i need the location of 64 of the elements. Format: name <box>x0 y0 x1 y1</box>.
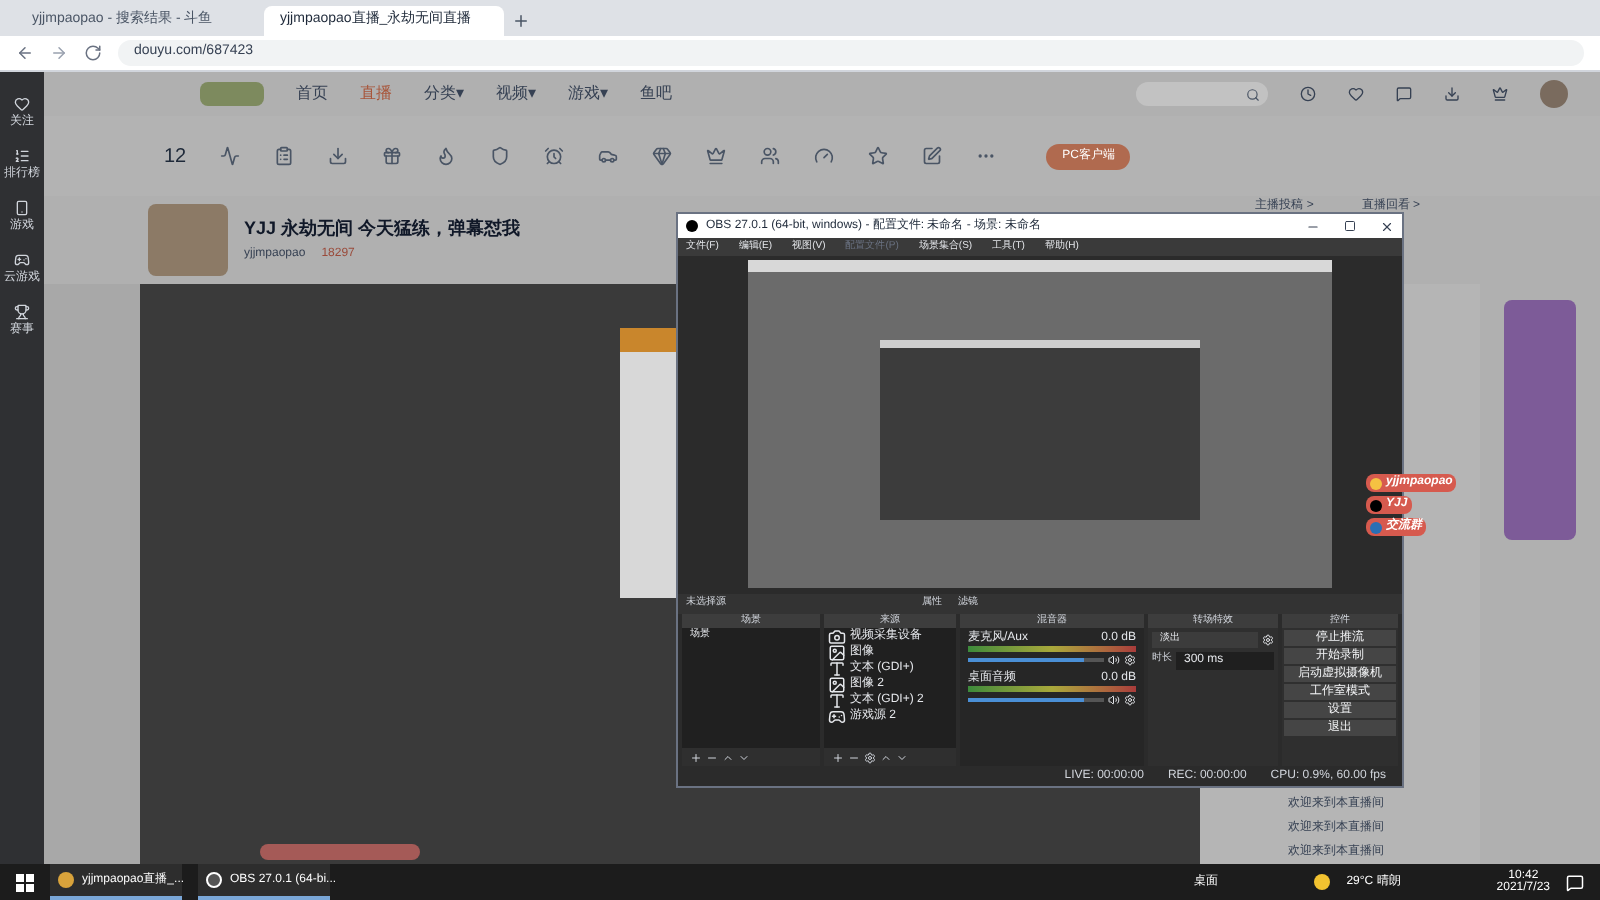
nav-link[interactable]: 首页 <box>296 82 328 106</box>
toolbar-icon[interactable] <box>274 146 295 166</box>
sidebar-icon <box>14 96 30 112</box>
forward-icon[interactable] <box>50 44 68 62</box>
toolbar-icon[interactable] <box>868 146 889 166</box>
remove-icon[interactable] <box>848 751 860 763</box>
toolbar-icon[interactable] <box>814 146 835 166</box>
streamer-avatar <box>148 204 228 276</box>
camera-icon <box>828 627 846 645</box>
download-icon[interactable] <box>1444 86 1460 102</box>
toolbar-icon[interactable] <box>598 146 619 166</box>
toolbar-icon[interactable] <box>922 146 943 166</box>
image-icon <box>828 675 846 693</box>
heart-icon[interactable] <box>1348 86 1364 102</box>
toolbar-icon[interactable] <box>544 146 565 166</box>
up-icon[interactable] <box>722 751 734 763</box>
windows-start-icon[interactable] <box>16 873 34 891</box>
settings-icon[interactable] <box>1124 694 1136 706</box>
back-icon[interactable] <box>16 44 34 62</box>
settings-icon[interactable] <box>864 751 876 763</box>
weather-icon <box>1314 874 1331 890</box>
notification-icon[interactable] <box>1566 873 1584 891</box>
settings-icon[interactable] <box>1124 654 1136 666</box>
up-icon[interactable] <box>880 751 892 763</box>
nav-link[interactable]: 分类▾ <box>424 82 464 106</box>
down-icon[interactable] <box>896 751 908 763</box>
nav-link[interactable]: 鱼吧 <box>640 82 672 106</box>
settings-icon[interactable] <box>1262 633 1274 646</box>
search-field[interactable] <box>1136 82 1268 106</box>
toolbar-icon[interactable] <box>220 146 241 166</box>
toolbar-icon[interactable] <box>328 146 349 166</box>
toolbar-icon[interactable] <box>652 146 673 166</box>
down-icon[interactable] <box>738 751 750 763</box>
gamepad-icon <box>828 707 846 725</box>
sidebar-icon <box>14 252 30 268</box>
stream-title: YJJ 永劫无间 今天猛练，弹幕怼我 <box>244 215 521 242</box>
toolbar-icon[interactable] <box>706 146 727 166</box>
avatar[interactable] <box>1540 80 1568 108</box>
crown-icon[interactable] <box>1492 86 1508 102</box>
sidebar-icon <box>14 304 30 320</box>
remove-icon[interactable] <box>706 751 718 763</box>
score-number: 12 <box>164 143 187 171</box>
nav-link[interactable]: 视频▾ <box>496 82 536 106</box>
text-icon <box>828 659 846 677</box>
speaker-icon[interactable] <box>1108 654 1120 666</box>
toolbar-icon[interactable] <box>490 146 511 166</box>
new-tab-icon[interactable] <box>512 12 530 30</box>
toolbar-icon[interactable] <box>382 146 403 166</box>
add-icon[interactable] <box>832 751 844 763</box>
close-icon[interactable] <box>1380 219 1394 233</box>
speaker-icon[interactable] <box>1108 694 1120 706</box>
toolbar-icon[interactable] <box>760 146 781 166</box>
text-icon <box>828 691 846 709</box>
image-icon <box>828 643 846 661</box>
nav-link[interactable]: 游戏▾ <box>568 82 608 106</box>
sidebar-icon <box>14 200 30 216</box>
reload-icon[interactable] <box>84 44 102 62</box>
search-icon[interactable] <box>1246 87 1260 101</box>
maximize-icon[interactable] <box>1344 220 1356 232</box>
add-icon[interactable] <box>690 751 702 763</box>
message-icon[interactable] <box>1396 86 1412 102</box>
history-icon[interactable] <box>1300 86 1316 102</box>
sidebar-icon <box>14 148 30 164</box>
toolbar-icon[interactable] <box>436 146 457 166</box>
